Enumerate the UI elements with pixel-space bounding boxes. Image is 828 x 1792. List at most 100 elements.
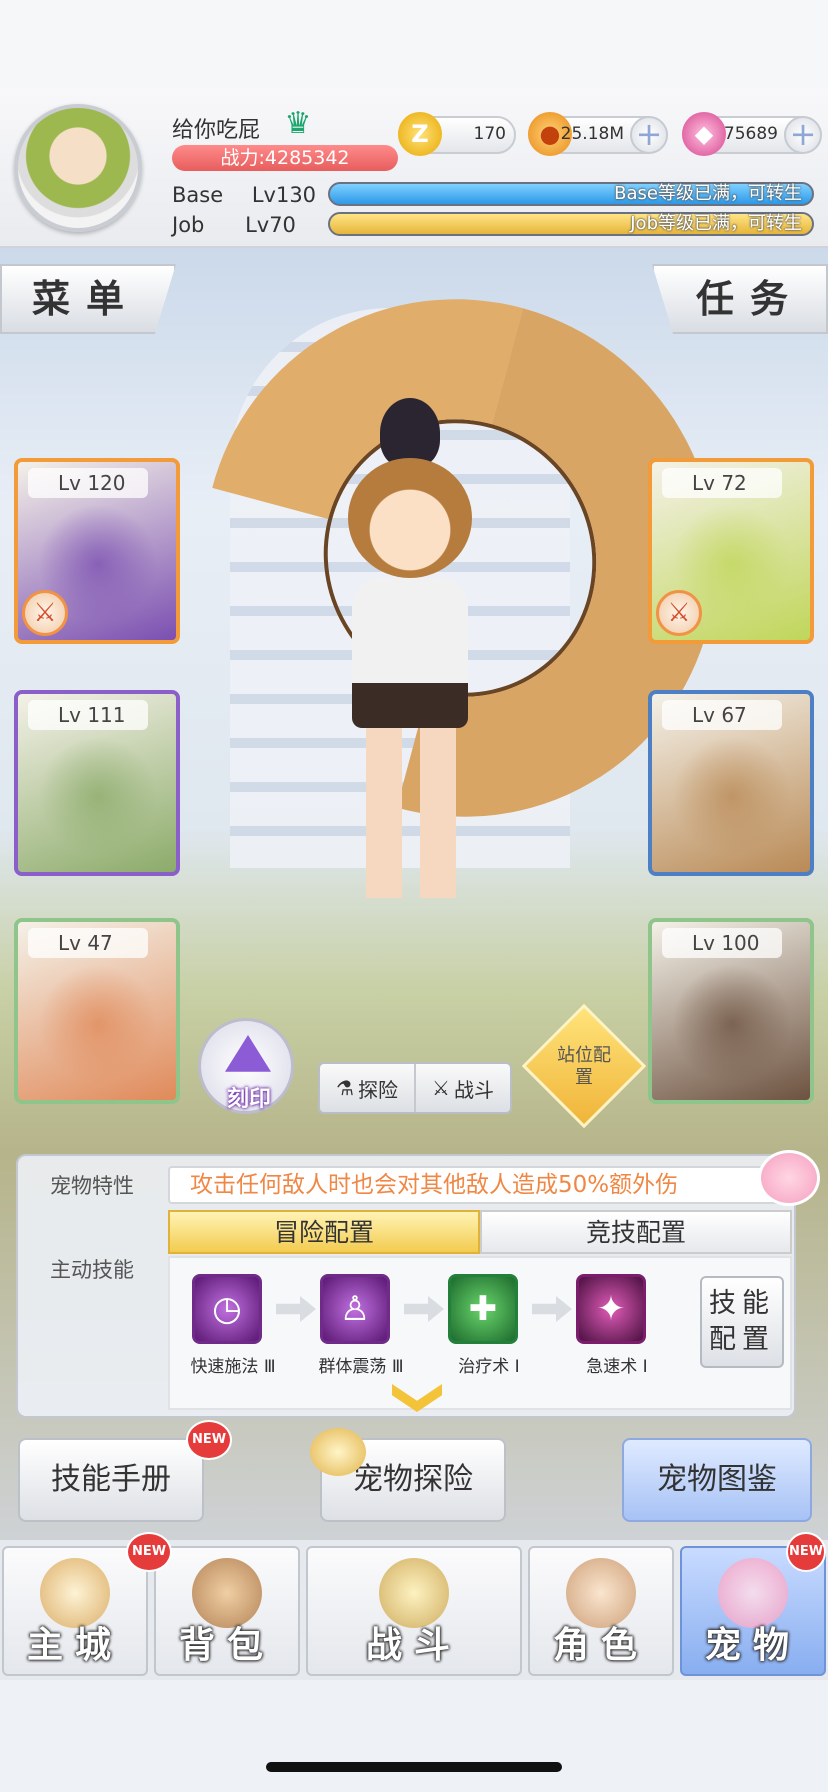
pet-atlas-button[interactable]: 宠物图鉴 (622, 1438, 812, 1522)
base-exp-bar: Base等级已满，可转生 (328, 182, 814, 206)
haste-icon: ✦ (576, 1274, 646, 1344)
battle-mode-button[interactable]: ⚔ 战斗 (416, 1064, 510, 1112)
combat-power: 战力:4285342 (172, 145, 398, 171)
pet-portrait (38, 736, 158, 856)
base-level-row: Base Lv130 (172, 183, 316, 207)
pet-level: Lv 120 (28, 468, 148, 498)
pet-card-left[interactable]: Lv 47 (14, 918, 180, 1104)
pet-card-right[interactable]: Lv 72 ⚔ (648, 458, 814, 644)
heal-icon: ✚ (448, 1274, 518, 1344)
skill-slot[interactable]: ✚ 治疗术 Ⅰ (448, 1274, 522, 1377)
arrow-right-icon (532, 1296, 572, 1322)
job-exp-bar: Job等级已满，可转生 (328, 212, 814, 236)
player-character[interactable] (330, 398, 490, 908)
pet-explore-label: 宠物探险 (353, 1462, 473, 1497)
crystal-currency: ◆ 75689 + (682, 112, 822, 156)
crystal-value: 75689 (723, 124, 778, 144)
arrow-right-icon (404, 1296, 444, 1322)
engrave-gem-icon (225, 1035, 271, 1072)
pet-portrait (38, 964, 158, 1084)
status-bar-area (0, 0, 828, 88)
trait-label: 宠物特性 (50, 1174, 134, 1198)
gold-currency: ● 25.18M + (528, 112, 668, 156)
crystal-icon: ◆ (682, 112, 726, 156)
tab-adventure-config[interactable]: 冒险配置 (168, 1210, 480, 1254)
skill-label: 主动技能 (50, 1258, 134, 1282)
sword-badge-icon: ⚔ (656, 590, 702, 636)
job-label: Job (172, 213, 205, 237)
tab-arena-config[interactable]: 竞技配置 (480, 1210, 792, 1254)
player-name: 给你吃屁 (172, 118, 261, 143)
pet-info-panel: 宠物特性 攻击任何敌人时也会对其他敌人造成50%额外伤 主动技能 冒险配置 竞技… (16, 1150, 820, 1418)
base-label: Base (172, 183, 224, 207)
pet-level: Lv 72 (662, 468, 782, 498)
nav-battle[interactable]: 战斗 (306, 1546, 522, 1676)
config-tabs: 冒险配置 竞技配置 (168, 1210, 792, 1254)
skill-name: 急速术 Ⅰ (586, 1357, 648, 1377)
arrow-right-icon (276, 1296, 316, 1322)
explore-icon: ⚗ (336, 1076, 354, 1100)
job-level-row: Job Lv70 (172, 213, 296, 237)
pet-card-left[interactable]: Lv 111 (14, 690, 180, 876)
skill-slot[interactable]: ♙ 群体震荡 Ⅲ (318, 1274, 404, 1377)
job-level: Lv70 (245, 213, 296, 237)
player-header: 给你吃屁 ♛ 战力:4285342 Z 170 ● 25.18M + ◆ 756… (0, 88, 828, 248)
nav-label: 主城 (26, 1625, 123, 1666)
group-shock-icon: ♙ (320, 1274, 390, 1344)
pet-level: Lv 67 (662, 700, 782, 730)
zeny-value: 170 (473, 124, 506, 144)
explore-mode-label: 探险 (357, 1077, 398, 1102)
nav-label: 宠物 (704, 1625, 801, 1666)
nav-backpack[interactable]: 背包 (154, 1546, 300, 1676)
station-config-label: 站位配置 (557, 1045, 611, 1088)
new-badge: NEW (126, 1532, 172, 1572)
skill-list: ◷ 快速施法 Ⅲ ♙ 群体震荡 Ⅲ ✚ 治疗术 Ⅰ ✦ 急速术 Ⅰ 技能配置 (168, 1256, 792, 1410)
gold-value: 25.18M (560, 124, 624, 144)
sword-badge-icon: ⚔ (22, 590, 68, 636)
pet-level: Lv 47 (28, 928, 148, 958)
trait-description: 攻击任何敌人时也会对其他敌人造成50%额外伤 (168, 1166, 782, 1204)
pet-portrait-icon[interactable] (758, 1150, 820, 1206)
skill-slot[interactable]: ◷ 快速施法 Ⅲ (190, 1274, 276, 1377)
explore-mode-button[interactable]: ⚗ 探险 (320, 1064, 414, 1112)
skill-slot[interactable]: ✦ 急速术 Ⅰ (576, 1274, 650, 1377)
engrave-label: 刻印 (227, 1087, 272, 1112)
pet-portrait (672, 736, 792, 856)
engrave-button[interactable]: 刻印 (198, 1018, 294, 1114)
pet-card-right[interactable]: Lv 67 (648, 690, 814, 876)
add-gold-button[interactable]: + (630, 116, 668, 154)
zeny-currency: Z 170 (398, 112, 516, 156)
skill-name: 治疗术 Ⅰ (458, 1357, 520, 1377)
nav-label: 背包 (178, 1625, 275, 1666)
bottom-nav: 主城 背包 战斗 角色 宠物 (0, 1540, 828, 1680)
zeny-coin-icon: Z (398, 112, 442, 156)
menu-button[interactable]: 菜单 (0, 264, 176, 334)
skill-config-button[interactable]: 技能配置 (700, 1276, 784, 1368)
nav-label: 战斗 (365, 1625, 462, 1666)
player-avatar[interactable] (14, 104, 142, 232)
rank-crest-icon: ♛ (284, 106, 312, 141)
pet-portrait (672, 964, 792, 1084)
home-indicator (266, 1762, 562, 1772)
nav-main-city[interactable]: 主城 (2, 1546, 148, 1676)
winged-helmet-icon (310, 1428, 366, 1476)
nav-label: 角色 (552, 1625, 649, 1666)
pet-card-right[interactable]: Lv 100 (648, 918, 814, 1104)
skill-name: 群体震荡 Ⅲ (318, 1357, 404, 1377)
pet-card-left[interactable]: Lv 120 ⚔ (14, 458, 180, 644)
sword-icon: ⚔ (432, 1076, 450, 1100)
skill-name: 快速施法 Ⅲ (190, 1357, 276, 1377)
clock-icon: ◷ (192, 1274, 262, 1344)
skill-manual-button[interactable]: 技能手册 (18, 1438, 204, 1522)
pet-atlas-label: 宠物图鉴 (657, 1462, 777, 1497)
battle-mode-label: 战斗 (453, 1077, 494, 1102)
nav-character[interactable]: 角色 (528, 1546, 674, 1676)
new-badge: NEW (186, 1420, 232, 1460)
mode-toggle: ⚗ 探险 ⚔ 战斗 (318, 1062, 512, 1114)
task-button[interactable]: 任务 (652, 264, 828, 334)
base-level: Lv130 (251, 183, 317, 207)
pet-level: Lv 111 (28, 700, 148, 730)
skill-manual-label: 技能手册 (51, 1462, 171, 1497)
pet-level: Lv 100 (662, 928, 782, 958)
add-crystal-button[interactable]: + (784, 116, 822, 154)
